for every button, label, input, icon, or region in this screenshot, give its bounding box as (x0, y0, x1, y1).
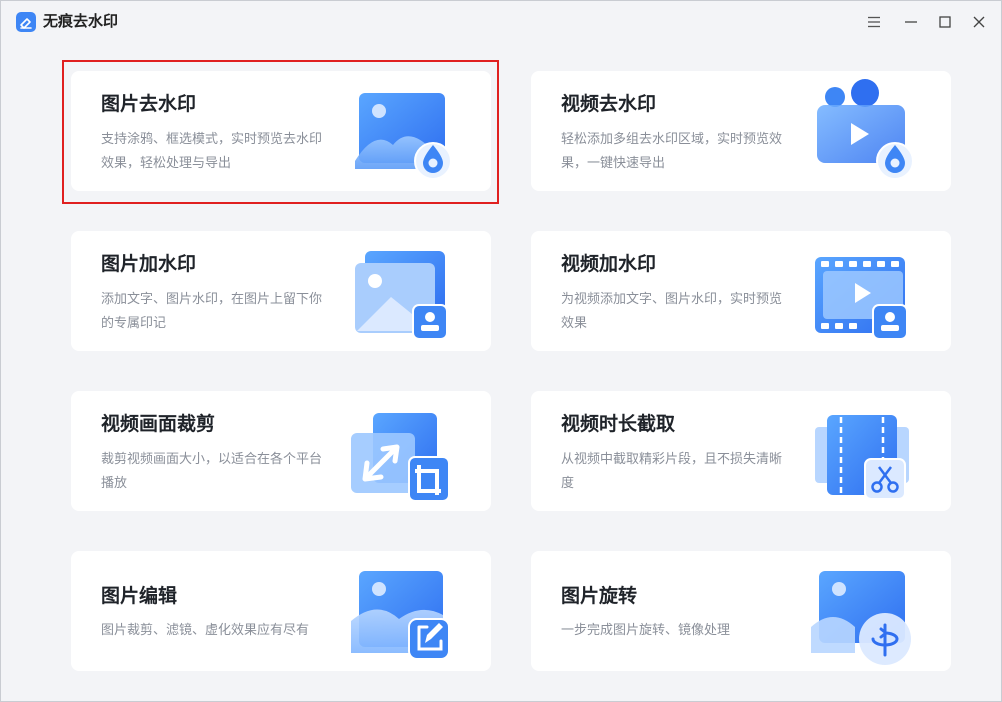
card-description: 从视频中截取精彩片段，且不损失清晰度 (561, 451, 783, 490)
hamburger-icon (868, 16, 880, 28)
app-logo-icon (16, 12, 36, 32)
card-image-remove-watermark[interactable]: 图片去水印 支持涂鸦、框选模式，实时预览去水印效果，轻松处理与导出 (71, 71, 491, 191)
card-description: 轻松添加多组去水印区域，实时预览效果，一键快速导出 (561, 131, 783, 170)
image-rotate-icon (807, 557, 917, 665)
card-title: 视频画面裁剪 (101, 414, 216, 435)
card-title: 视频加水印 (561, 254, 657, 275)
image-remove-watermark-icon (347, 77, 457, 185)
video-trim-icon (807, 397, 917, 505)
menu-button[interactable] (865, 13, 883, 31)
card-description: 一步完成图片旋转、镜像处理 (561, 622, 731, 637)
maximize-icon (939, 16, 951, 28)
card-title: 图片编辑 (101, 586, 178, 607)
app-window: 无痕去水印 图片去水印 支持涂鸦、框选模式，实时预览去水印效果，轻松处理与导出 … (0, 0, 1002, 702)
card-title: 图片去水印 (101, 94, 197, 115)
video-crop-icon (347, 397, 457, 505)
card-video-trim[interactable]: 视频时长截取 从视频中截取精彩片段，且不损失清晰度 (531, 391, 951, 511)
card-video-remove-watermark[interactable]: 视频去水印 轻松添加多组去水印区域，实时预览效果，一键快速导出 (531, 71, 951, 191)
card-description: 添加文字、图片水印，在图片上留下你的专属印记 (101, 291, 323, 330)
card-title: 视频去水印 (561, 94, 657, 115)
app-title: 无痕去水印 (43, 13, 119, 30)
title-bar[interactable]: 无痕去水印 (1, 1, 1001, 43)
minimize-button[interactable] (902, 13, 920, 31)
minimize-icon (905, 21, 917, 23)
card-image-edit[interactable]: 图片编辑 图片裁剪、滤镜、虚化效果应有尽有 (71, 551, 491, 671)
card-title: 视频时长截取 (561, 414, 676, 435)
card-description: 为视频添加文字、图片水印，实时预览效果 (561, 291, 783, 330)
card-description: 支持涂鸦、框选模式，实时预览去水印效果，轻松处理与导出 (101, 131, 323, 170)
card-title: 图片旋转 (561, 586, 638, 607)
card-title: 图片加水印 (101, 254, 197, 275)
close-button[interactable] (970, 13, 988, 31)
video-remove-watermark-icon (807, 77, 917, 185)
card-video-add-watermark[interactable]: 视频加水印 为视频添加文字、图片水印，实时预览效果 (531, 231, 951, 351)
close-icon (973, 16, 985, 28)
image-edit-icon (347, 557, 457, 665)
card-video-crop[interactable]: 视频画面裁剪 裁剪视频画面大小，以适合在各个平台播放 (71, 391, 491, 511)
card-description: 图片裁剪、滤镜、虚化效果应有尽有 (101, 622, 310, 637)
video-add-watermark-icon (807, 237, 917, 345)
image-add-watermark-icon (347, 237, 457, 345)
card-description: 裁剪视频画面大小，以适合在各个平台播放 (101, 451, 323, 490)
card-image-rotate[interactable]: 图片旋转 一步完成图片旋转、镜像处理 (531, 551, 951, 671)
card-image-add-watermark[interactable]: 图片加水印 添加文字、图片水印，在图片上留下你的专属印记 (71, 231, 491, 351)
maximize-button[interactable] (936, 13, 954, 31)
